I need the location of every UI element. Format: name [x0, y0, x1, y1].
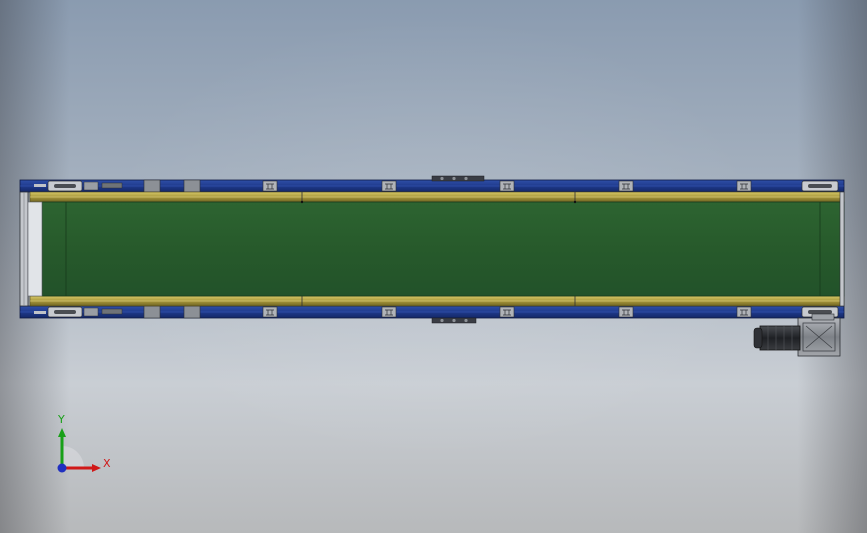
triad-y-label: Y — [58, 413, 65, 426]
side-guide-top[interactable] — [29, 191, 845, 203]
triad-plane-arc — [62, 446, 84, 468]
end-roller-right[interactable] — [839, 191, 845, 307]
frame-rail-bottom[interactable] — [19, 305, 845, 319]
conveyor-belt[interactable] — [41, 200, 845, 297]
triad-x-label: X — [103, 457, 111, 470]
end-roller-left[interactable] — [19, 191, 43, 307]
frame-rail-top[interactable] — [19, 179, 845, 193]
drive-motor[interactable] — [753, 325, 801, 351]
gearbox[interactable] — [797, 313, 841, 357]
conveyor-model[interactable] — [0, 0, 867, 533]
triad-y-arrow — [58, 428, 66, 437]
cad-viewport[interactable]: X Y — [0, 0, 867, 533]
side-guide-bottom[interactable] — [29, 295, 845, 307]
triad-x-arrow — [92, 464, 101, 472]
triad-z-axis — [57, 463, 67, 473]
view-orientation-triad[interactable]: X Y — [52, 412, 122, 482]
